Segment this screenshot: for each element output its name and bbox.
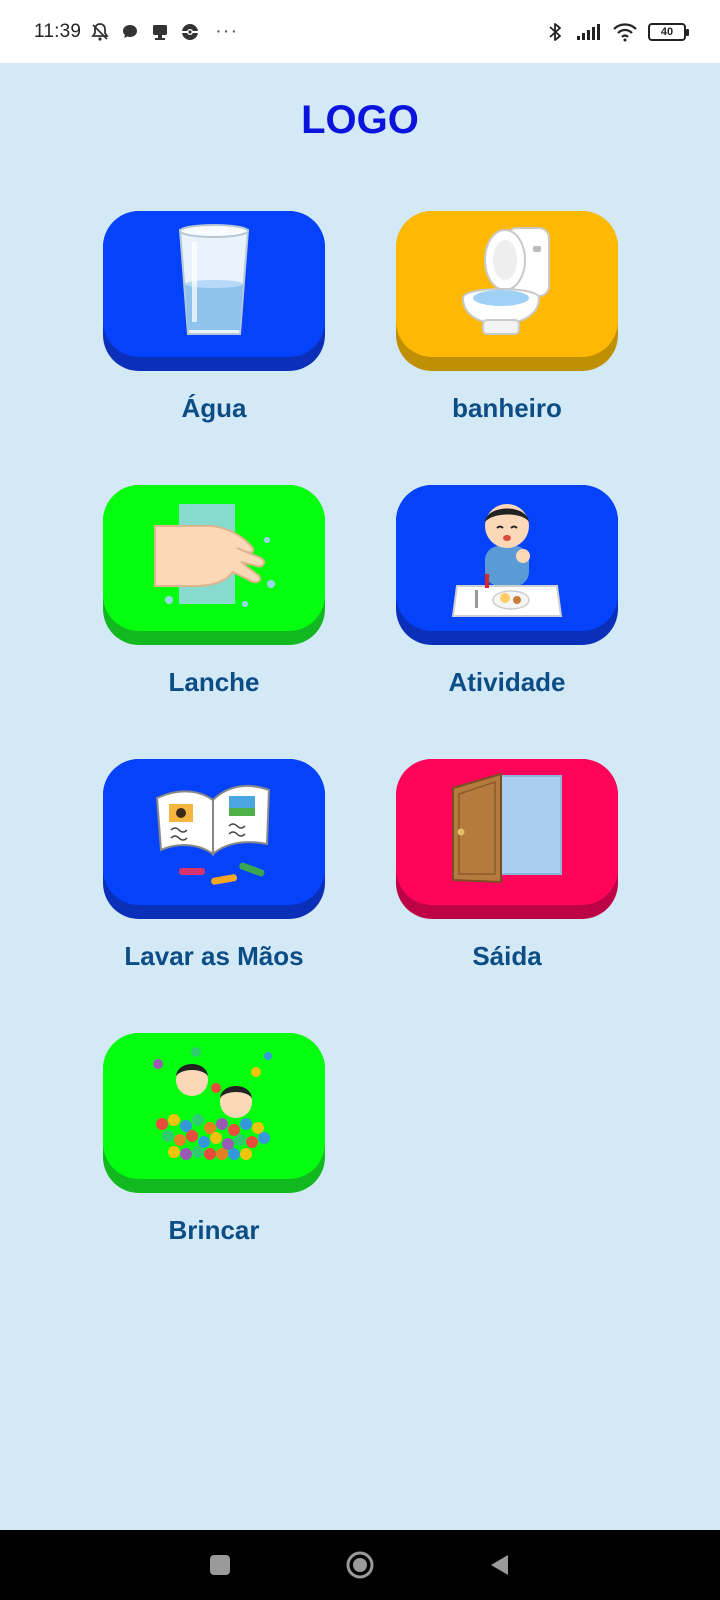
saida-button[interactable] (396, 759, 618, 919)
lanche-button-face (103, 485, 325, 631)
agua-button-face (103, 211, 325, 357)
lavar-as-maos-button[interactable] (103, 759, 325, 919)
tile-agua[interactable]: Água (103, 211, 325, 424)
open-door-icon (445, 768, 569, 897)
banheiro-button-face (396, 211, 618, 357)
bluetooth-icon (544, 21, 566, 43)
lavar-as-maos-button-face (103, 759, 325, 905)
saida-label: Sáida (472, 941, 542, 971)
tile-lavar-as-maos[interactable]: Lavar as Mãos (103, 759, 325, 972)
tile-banheiro[interactable]: banheiro (396, 211, 618, 424)
status-left: 11:39 ··· (34, 20, 238, 43)
brincar-label: Brincar (168, 1215, 260, 1245)
banheiro-label: banheiro (452, 393, 562, 423)
agua-label: Água (181, 393, 247, 423)
tile-atividade[interactable]: Atividade (396, 485, 618, 698)
brincar-button[interactable] (103, 1033, 325, 1193)
triangle-back-icon (491, 1555, 508, 1575)
pokeball-icon (179, 21, 201, 43)
tile-brincar[interactable]: Brincar (103, 1033, 325, 1246)
saida-button-face (396, 759, 618, 905)
lavar-as-maos-label: Lavar as Mãos (124, 941, 304, 971)
wifi-icon (612, 21, 638, 43)
banheiro-button[interactable] (396, 211, 618, 371)
status-bar: 11:39 ··· 40 (0, 0, 720, 63)
status-right: 40 (544, 21, 689, 43)
monitor-icon (149, 21, 171, 43)
lanche-label: Lanche (168, 667, 260, 697)
battery-icon: 40 (648, 22, 689, 41)
open-book-crayons-icon (149, 770, 279, 895)
toilet-icon (447, 220, 567, 349)
page-logo: LOGO (301, 98, 419, 142)
lanche-button[interactable] (103, 485, 325, 645)
chat-bubble-icon (119, 21, 141, 43)
washing-hands-icon (149, 496, 279, 621)
water-glass-icon (174, 222, 254, 347)
signal-icon (576, 21, 602, 43)
atividade-button[interactable] (396, 485, 618, 645)
atividade-button-face (396, 485, 618, 631)
tile-saida[interactable]: Sáida (396, 759, 618, 972)
bell-off-icon (89, 21, 111, 43)
ball-pit-kids-icon (152, 1044, 276, 1169)
battery-level: 40 (660, 25, 674, 38)
atividade-label: Atividade (448, 667, 566, 697)
circle-icon (346, 1551, 374, 1579)
child-eating-icon (447, 494, 567, 623)
brincar-button-face (103, 1033, 325, 1179)
agua-button[interactable] (103, 211, 325, 371)
tile-lanche[interactable]: Lanche (103, 485, 325, 698)
navigation-bar (0, 1530, 720, 1600)
recents-button[interactable] (200, 1545, 240, 1585)
status-time: 11:39 (34, 20, 82, 42)
home-button[interactable] (340, 1545, 380, 1585)
status-overflow: ··· (215, 20, 239, 42)
square-icon (210, 1555, 230, 1575)
back-button[interactable] (480, 1545, 520, 1585)
